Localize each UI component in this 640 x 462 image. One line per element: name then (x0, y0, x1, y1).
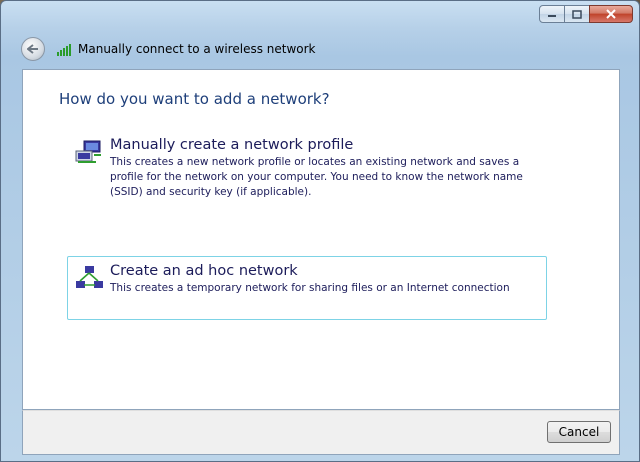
option-manual-profile[interactable]: Manually create a network profile This c… (67, 130, 547, 207)
back-button[interactable] (21, 37, 45, 61)
minimize-button[interactable] (539, 5, 565, 23)
back-arrow-icon (27, 44, 38, 54)
option-title: Create an ad hoc network (110, 263, 298, 279)
ad-hoc-network-icon (76, 266, 103, 288)
page-heading: How do you want to add a network? (59, 90, 330, 108)
cancel-button[interactable]: Cancel (547, 421, 611, 443)
wireless-signal-icon (57, 42, 72, 56)
caption-buttons (539, 5, 633, 23)
title-row: Manually connect to a wireless network (21, 37, 316, 61)
maximize-button[interactable] (564, 5, 590, 23)
option-ad-hoc[interactable]: Create an ad hoc network This creates a … (67, 256, 547, 320)
dialog-window: Manually connect to a wireless network H… (0, 0, 640, 462)
close-icon (606, 9, 616, 19)
maximize-icon (572, 9, 582, 19)
close-button[interactable] (589, 5, 633, 23)
option-title: Manually create a network profile (110, 137, 354, 153)
window-title: Manually connect to a wireless network (78, 42, 316, 56)
button-bar: Cancel (22, 410, 620, 455)
option-description: This creates a temporary network for sha… (110, 282, 510, 294)
option-description: This creates a new network profile or lo… (110, 156, 523, 198)
network-profile-icon (75, 140, 101, 163)
content-panel: How do you want to add a network? Manual… (22, 69, 620, 410)
minimize-icon (548, 15, 556, 17)
